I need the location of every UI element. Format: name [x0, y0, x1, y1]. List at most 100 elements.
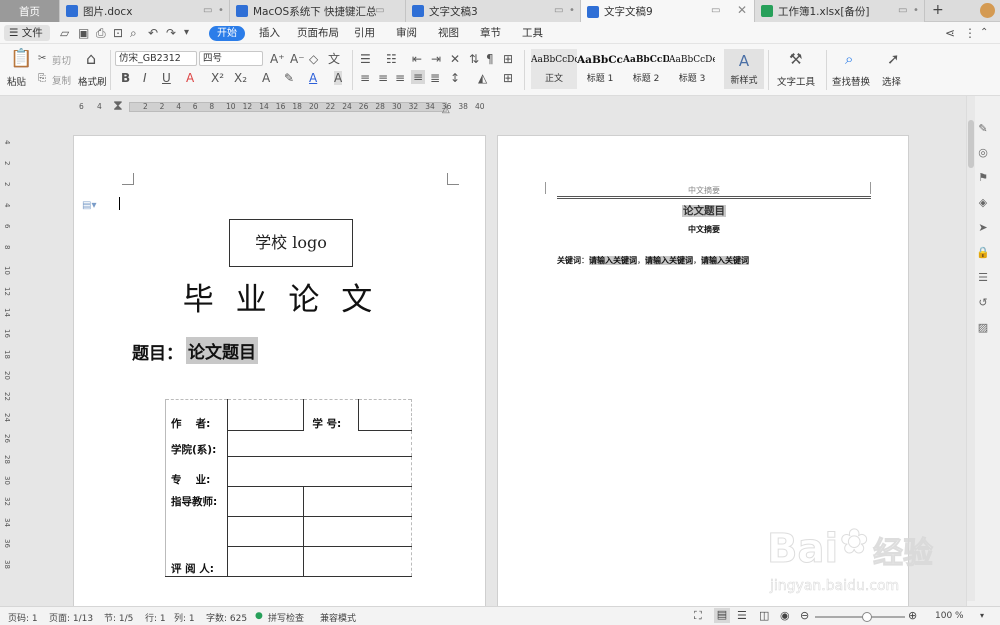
cursor-icon[interactable]: ➚	[887, 52, 900, 67]
page-code[interactable]: 页码: 1	[8, 611, 38, 624]
keyword-placeholder[interactable]: 请输入关键词	[589, 256, 637, 265]
char-shading-icon[interactable]: A	[334, 71, 343, 85]
style-normal[interactable]: AaBbCcDd 正文	[531, 49, 577, 89]
bullet-list-icon[interactable]: ☰	[360, 52, 371, 66]
section-count[interactable]: 节: 1/5	[104, 611, 133, 624]
bold-icon[interactable]: B	[121, 71, 130, 85]
web-view-icon[interactable]: ◫	[759, 609, 769, 622]
font-size-select[interactable]: 四号	[199, 51, 263, 66]
distribute-icon[interactable]: ≣	[430, 71, 440, 85]
text-tools-button[interactable]: 文字工具	[777, 74, 815, 88]
word-count[interactable]: 字数: 625	[206, 611, 247, 624]
style-heading-1[interactable]: AaBbCc 标题 1	[577, 49, 623, 89]
increase-indent-icon[interactable]: ⇥	[431, 52, 441, 66]
superscript-icon[interactable]: X²	[211, 71, 224, 85]
clear-format-icon[interactable]: ◇	[309, 52, 318, 66]
style-heading-3[interactable]: AaBbCcDe 标题 3	[669, 49, 715, 89]
shapes-icon[interactable]: ◎	[976, 146, 990, 160]
scrollbar[interactable]	[967, 96, 975, 601]
page-view-icon[interactable]: ▤	[714, 608, 730, 623]
monitor-icon[interactable]: ▭	[203, 5, 212, 16]
tab-document[interactable]: 文字文稿3 ▭ •	[406, 0, 581, 22]
subscript-icon[interactable]: X₂	[234, 71, 247, 85]
location-icon[interactable]: ◈	[976, 196, 990, 210]
focus-mode-icon[interactable]: ⛶	[694, 609, 702, 623]
text-effect-icon[interactable]: A	[262, 71, 270, 85]
tab-home[interactable]: 首页	[0, 0, 60, 22]
tab-view[interactable]: 视图	[438, 22, 459, 44]
select-button[interactable]: 选择	[882, 74, 901, 88]
numbered-list-icon[interactable]: ☷	[386, 52, 397, 66]
tab-insert[interactable]: 插入	[259, 22, 280, 44]
chinese-layout-icon[interactable]: ✕	[450, 52, 460, 66]
paste-icon[interactable]: 📋	[10, 50, 32, 68]
print-preview-icon[interactable]: ⌕	[130, 26, 137, 40]
read-mode-icon[interactable]: ◉	[780, 609, 790, 622]
advisor-field[interactable]	[226, 486, 305, 517]
sort-icon[interactable]: ⇅	[469, 52, 479, 66]
format-painter-label[interactable]: 格式刷	[78, 74, 107, 88]
zoom-slider-thumb[interactable]	[862, 612, 873, 622]
zoom-level[interactable]: 100 %	[935, 611, 964, 621]
undo-icon[interactable]: ↶	[148, 26, 158, 40]
wrench-icon[interactable]: ⚒	[789, 52, 802, 67]
horizontal-ruler[interactable]: 6 4 2 2 4 6 8 10 12 14 16 18 20 22 24 26 28 30 32 34 36 38 40 ⧗…	[73, 96, 493, 118]
reviewer-field[interactable]	[226, 546, 305, 577]
zoom-out-icon[interactable]: ⊖	[800, 609, 809, 622]
font-color-icon[interactable]: A	[309, 71, 317, 85]
document-page[interactable]: ▤▾ 学校 logo 毕 业 论 文 题目： 论文题目 作 者: 学 号: 学院…	[73, 135, 486, 610]
tab-spreadsheet[interactable]: 工作簿1.xlsx[备份] ▭ •	[755, 0, 925, 22]
spell-check-button[interactable]: 拼写检查	[268, 611, 304, 624]
tab-dot-icon[interactable]: •	[569, 5, 575, 16]
align-right-icon[interactable]: ≡	[395, 71, 405, 85]
line-spacing-icon[interactable]: ↕	[450, 71, 460, 85]
paste-label[interactable]: 粘贴	[7, 74, 26, 88]
tab-review[interactable]: 审阅	[396, 22, 417, 44]
show-marks-icon[interactable]: ¶	[486, 52, 494, 66]
save-icon[interactable]: ▣	[78, 26, 89, 40]
cut-icon[interactable]: ✂	[38, 52, 46, 66]
scrollbar-thumb[interactable]	[968, 120, 974, 168]
format-painter-icon[interactable]: ⌂	[86, 51, 96, 67]
search-icon[interactable]: ⌕	[845, 52, 853, 67]
tab-document[interactable]: MacOS系统下 快捷键汇总 ▭	[230, 0, 406, 22]
tab-start[interactable]: 开始	[209, 26, 245, 41]
zoom-dropdown-icon[interactable]: ▾	[980, 611, 984, 620]
export-pdf-icon[interactable]: ⊡	[113, 26, 123, 40]
file-menu-button[interactable]: ☰ 文件	[4, 25, 50, 41]
tab-document-active[interactable]: 文字文稿9 ▭ ✕	[581, 0, 755, 23]
highlight-icon[interactable]: ✎	[284, 71, 294, 85]
tab-tools[interactable]: 工具	[522, 22, 543, 44]
right-indent-marker-icon[interactable]: △	[442, 104, 450, 115]
borders-icon[interactable]: ⊞	[503, 71, 513, 85]
school-logo-box[interactable]: 学校 logo	[229, 219, 353, 267]
edit-icon[interactable]: ✎	[976, 122, 990, 136]
history-icon[interactable]: ↺	[976, 296, 990, 310]
outline-view-icon[interactable]: ☰	[737, 609, 747, 622]
monitor-icon[interactable]: ▭	[375, 5, 384, 16]
keyword-placeholder[interactable]: 请输入关键词	[701, 256, 749, 265]
document-page[interactable]: 中文摘要 论文题目 中文摘要 关键词：请输入关键词，请输入关键词，请输入关键词	[497, 135, 909, 610]
open-folder-icon[interactable]: ▱	[60, 26, 69, 40]
print-icon[interactable]: ⎙	[96, 26, 106, 40]
lock-icon[interactable]: 🔒	[976, 246, 990, 260]
zoom-in-icon[interactable]: ⊕	[908, 609, 917, 622]
tab-document[interactable]: 图片.docx ▭ •	[60, 0, 230, 22]
strikethrough-icon[interactable]: A	[186, 71, 194, 85]
add-tab-button[interactable]: +	[932, 2, 944, 18]
align-left-icon[interactable]: ≡	[360, 71, 370, 85]
monitor-icon[interactable]: ▭	[554, 5, 563, 16]
font-shrink-icon[interactable]: A⁻	[290, 52, 305, 66]
underline-icon[interactable]: U	[162, 71, 171, 85]
topic-placeholder[interactable]: 论文题目	[186, 337, 258, 364]
pinyin-icon[interactable]: 文	[328, 52, 340, 66]
copy-icon[interactable]: ⎘	[38, 72, 46, 86]
font-family-select[interactable]: 仿宋_GB2312	[115, 51, 197, 66]
tab-chapter[interactable]: 章节	[480, 22, 501, 44]
college-field[interactable]	[226, 430, 413, 457]
document-icon[interactable]: ▤▾	[82, 200, 96, 211]
style-heading-2[interactable]: AaBbCcDe 标题 2	[623, 49, 669, 89]
abstract-title[interactable]: 论文题目	[682, 205, 726, 217]
share-icon[interactable]: ⋖	[945, 26, 955, 40]
avatar[interactable]	[980, 3, 995, 18]
